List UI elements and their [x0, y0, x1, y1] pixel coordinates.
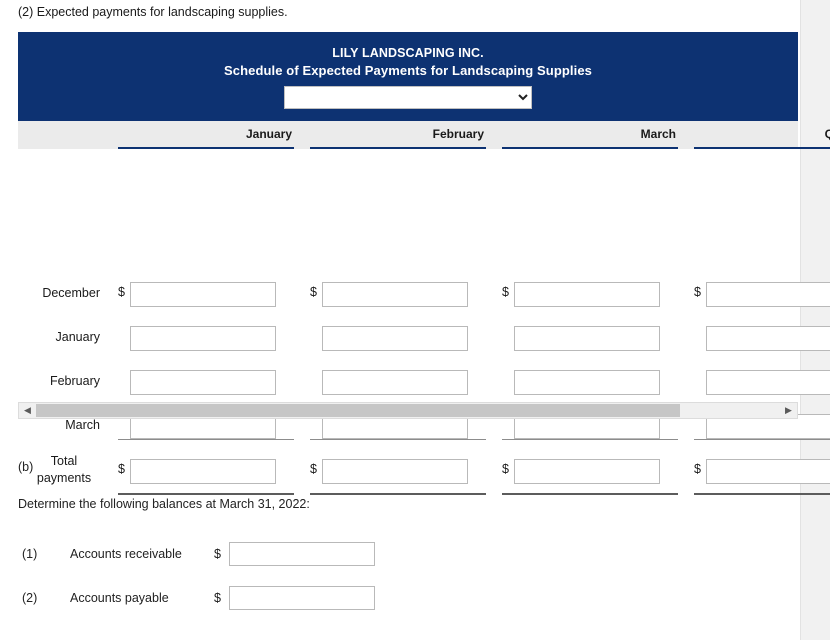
- input-december-march[interactable]: [514, 282, 660, 307]
- row-label-february: February: [49, 374, 100, 388]
- schedule-header: LILY LANDSCAPING INC. Schedule of Expect…: [18, 32, 798, 121]
- input-january-january[interactable]: [130, 326, 276, 351]
- row-label-december: December: [42, 286, 100, 300]
- input-december-january[interactable]: [130, 282, 276, 307]
- input-december-february[interactable]: [322, 282, 468, 307]
- item-2-dollar-sign: $: [214, 591, 221, 605]
- input-february-quarter[interactable]: [706, 370, 830, 395]
- scrollbar-thumb[interactable]: [36, 404, 680, 417]
- dollar-sign-total-march: $: [502, 462, 509, 476]
- period-select[interactable]: [284, 86, 532, 109]
- input-total-february[interactable]: [322, 459, 468, 484]
- column-header-quarter: Quarter: [694, 121, 830, 149]
- subtotal-rule-february: [310, 439, 486, 440]
- item-1-number: (1): [22, 547, 38, 561]
- input-total-march[interactable]: [514, 459, 660, 484]
- dollar-sign-total-quarter: $: [694, 462, 701, 476]
- company-name: LILY LANDSCAPING INC.: [332, 46, 484, 60]
- row-label-january: January: [55, 330, 100, 344]
- total-rule-march: [502, 493, 678, 495]
- column-header-january: January: [118, 121, 294, 149]
- input-accounts-receivable[interactable]: [229, 542, 375, 566]
- input-january-march[interactable]: [514, 326, 660, 351]
- question-prompt: (2) Expected payments for landscaping su…: [18, 5, 288, 19]
- input-total-january[interactable]: [130, 459, 276, 484]
- part-b-instruction: Determine the following balances at Marc…: [18, 497, 310, 511]
- dollar-sign-december-quarter: $: [694, 285, 701, 299]
- part-b-label: (b): [18, 460, 34, 474]
- row-label-march: March: [65, 418, 100, 432]
- item-2-label: Accounts payable: [70, 591, 169, 605]
- period-select-wrap: [28, 86, 788, 109]
- item-1-label: Accounts receivable: [70, 547, 182, 561]
- worksheet-page: (2) Expected payments for landscaping su…: [0, 0, 830, 640]
- dollar-sign-december-january: $: [118, 285, 125, 299]
- column-header-march: March: [502, 121, 678, 149]
- schedule-grid: December $ $ $ $ January February March: [18, 149, 830, 495]
- schedule-title: Schedule of Expected Payments for Landsc…: [223, 63, 593, 78]
- dollar-sign-december-february: $: [310, 285, 317, 299]
- input-january-quarter[interactable]: [706, 326, 830, 351]
- dollar-sign-total-february: $: [310, 462, 317, 476]
- schedule-card: LILY LANDSCAPING INC. Schedule of Expect…: [18, 32, 830, 495]
- total-rule-january: [118, 493, 294, 495]
- scrollbar-track[interactable]: [36, 403, 780, 418]
- input-january-february[interactable]: [322, 326, 468, 351]
- subtotal-rule-march: [502, 439, 678, 440]
- scroll-left-arrow-icon[interactable]: ◀: [19, 403, 36, 418]
- input-february-january[interactable]: [130, 370, 276, 395]
- input-december-quarter[interactable]: [706, 282, 830, 307]
- total-rule-quarter: [694, 493, 830, 495]
- dollar-sign-total-january: $: [118, 462, 125, 476]
- item-1-dollar-sign: $: [214, 547, 221, 561]
- column-header-row: January February March Quarter: [18, 121, 830, 149]
- column-header-february: February: [310, 121, 486, 149]
- horizontal-scrollbar[interactable]: ◀ ▶: [18, 402, 798, 419]
- input-february-february[interactable]: [322, 370, 468, 395]
- scroll-right-arrow-icon[interactable]: ▶: [780, 403, 797, 418]
- subtotal-rule-january: [118, 439, 294, 440]
- dollar-sign-december-march: $: [502, 285, 509, 299]
- input-accounts-payable[interactable]: [229, 586, 375, 610]
- subtotal-rule-quarter: [694, 439, 830, 440]
- input-february-march[interactable]: [514, 370, 660, 395]
- total-rule-february: [310, 493, 486, 495]
- input-total-quarter[interactable]: [706, 459, 830, 484]
- item-2-number: (2): [22, 591, 38, 605]
- right-gutter: [800, 0, 830, 640]
- row-label-total-payments: Total payments: [36, 454, 92, 485]
